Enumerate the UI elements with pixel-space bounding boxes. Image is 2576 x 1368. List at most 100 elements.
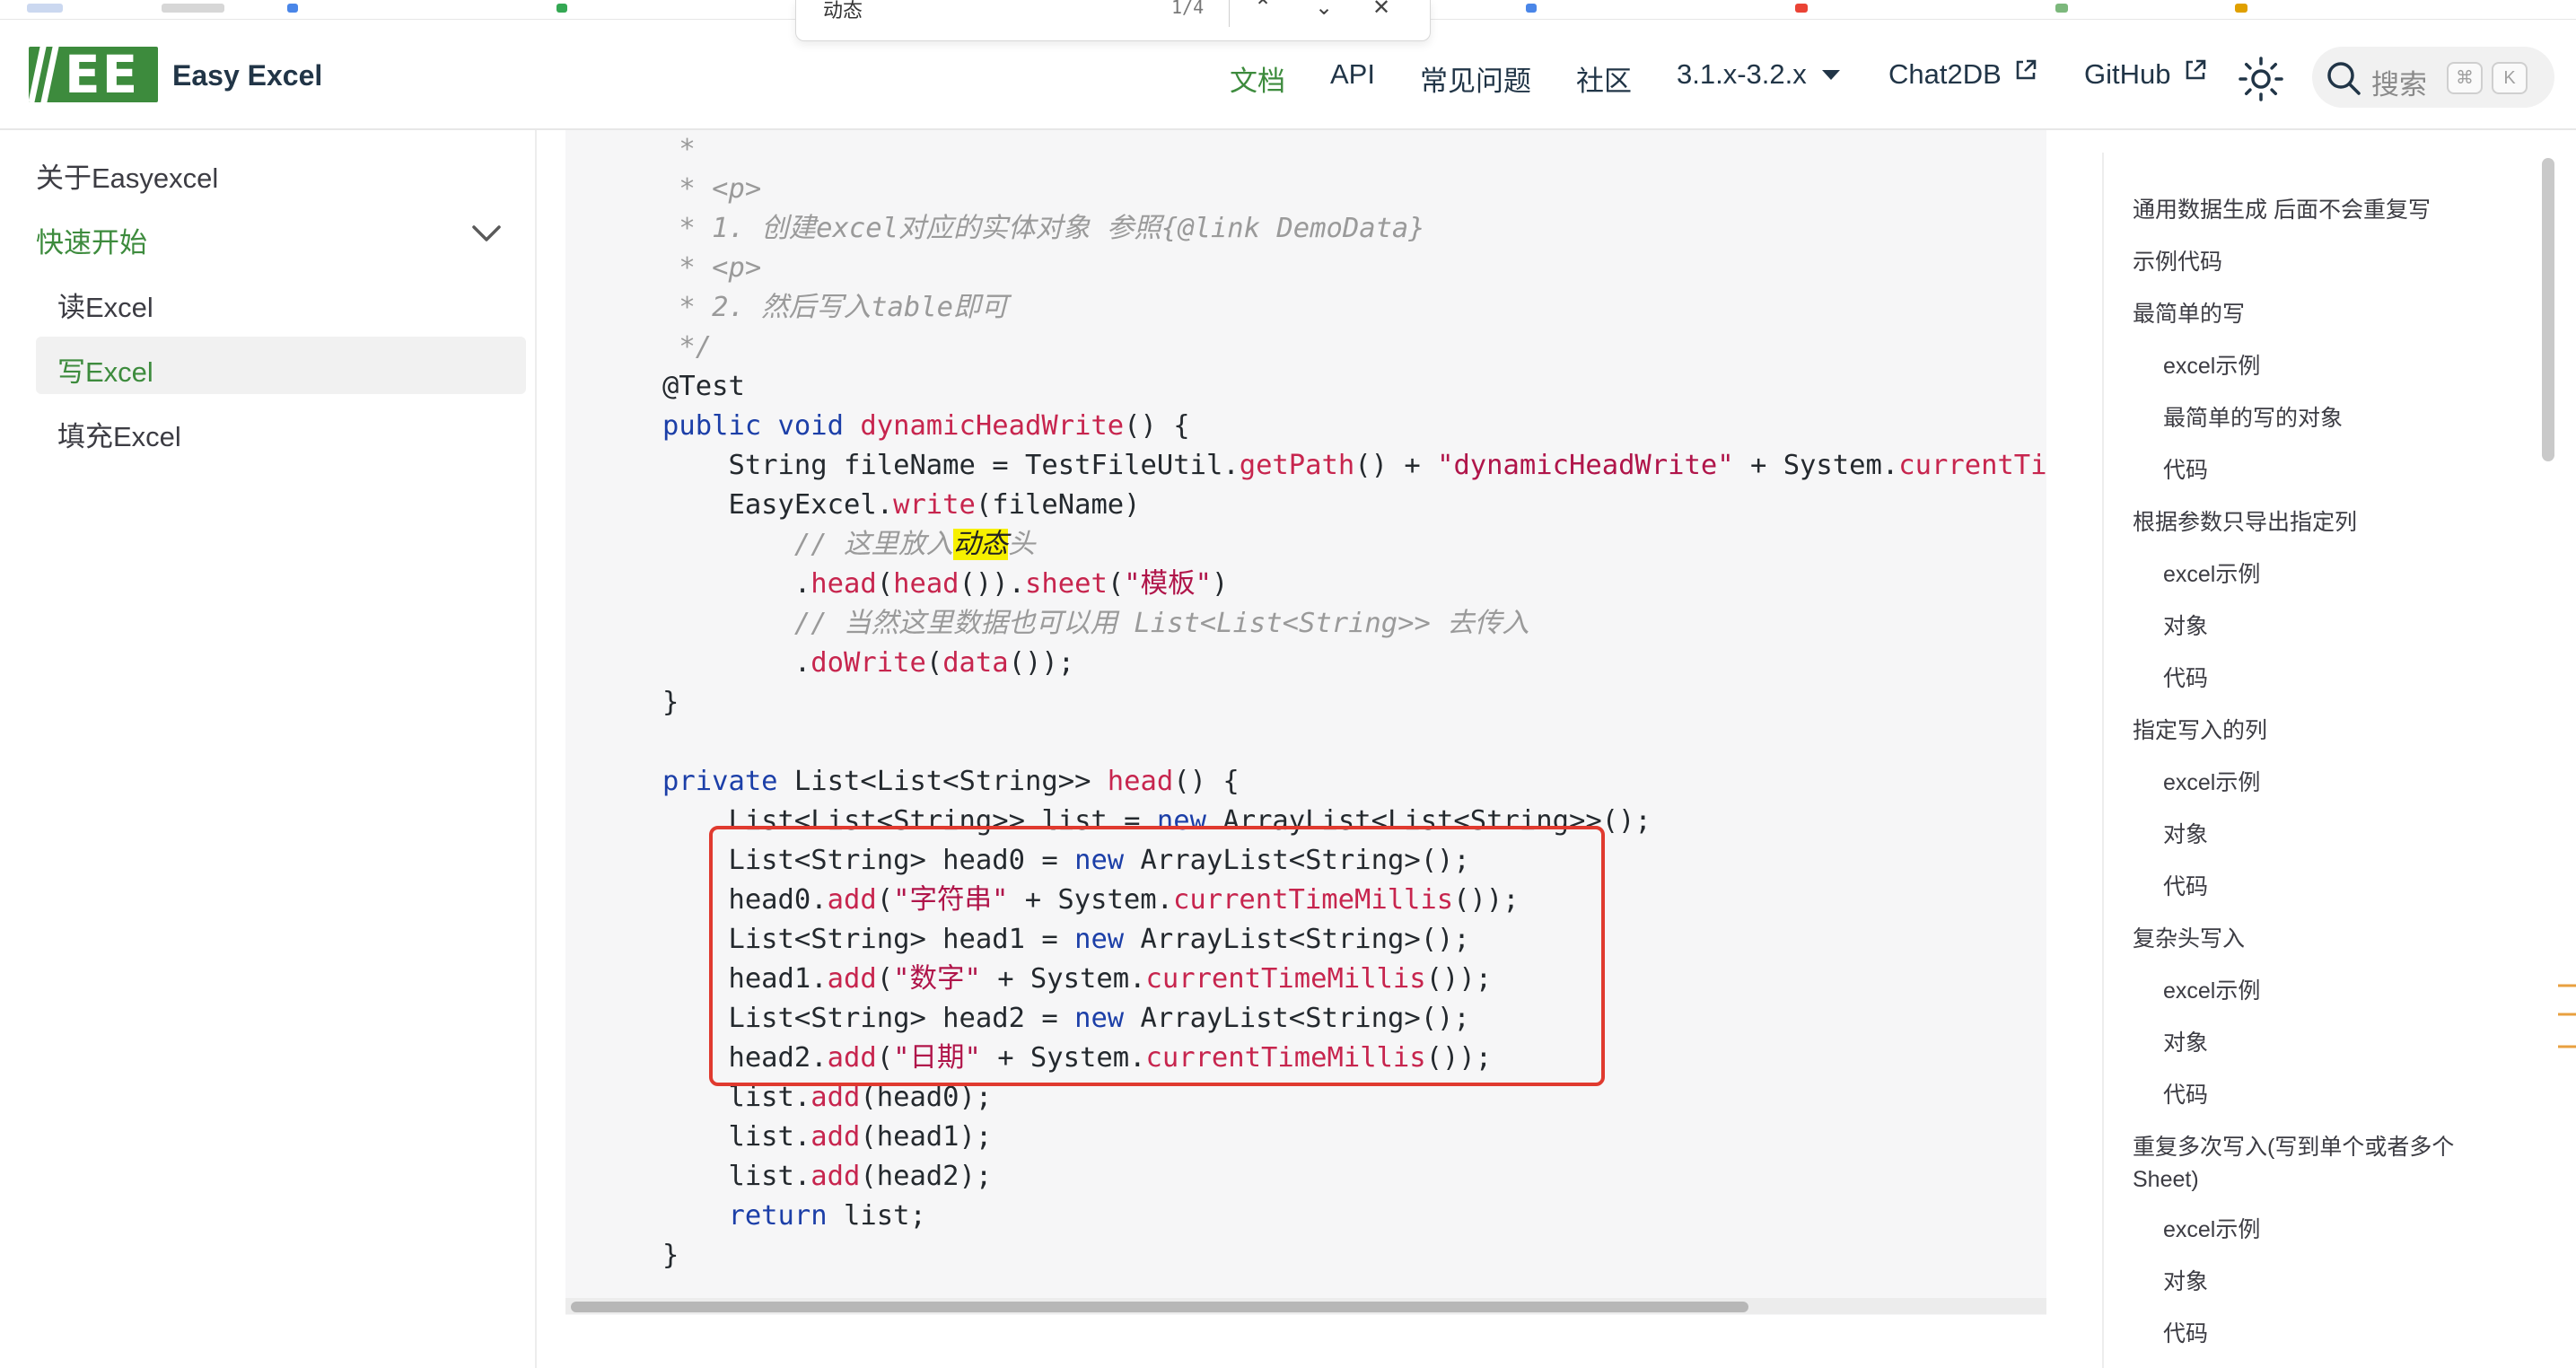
code-token: list; xyxy=(827,1200,926,1232)
code-token: () { xyxy=(1124,410,1190,442)
kbd-k: K xyxy=(2492,62,2528,94)
code-token: private xyxy=(662,766,794,797)
code-token: * 2. 然后写入table即可 xyxy=(662,292,1008,323)
outline-item[interactable]: 代码 xyxy=(2163,661,2208,693)
outline-item[interactable]: 最简单的写的对象 xyxy=(2163,400,2343,433)
kbd-command: ⌘ xyxy=(2447,62,2483,94)
code-token: * <p> xyxy=(662,252,762,284)
outline-item[interactable]: 复杂头写入 xyxy=(2133,921,2245,953)
github-label: GitHub xyxy=(2084,58,2171,90)
tab-favicon-icon xyxy=(162,4,224,13)
nav-faq[interactable]: 常见问题 xyxy=(1420,58,1531,99)
search-placeholder: 搜索 xyxy=(2371,69,2427,101)
outline-item[interactable]: Sheet) xyxy=(2133,1167,2199,1193)
code-token: * 1. 创建excel对应的实体对象 参照{@link DemoData} xyxy=(662,213,1425,244)
sidebar-section-quick-start[interactable]: 快速开始 xyxy=(36,220,147,260)
outline-item[interactable]: excel示例 xyxy=(2163,557,2260,589)
code-line: } xyxy=(662,1236,679,1276)
outline-item[interactable]: 通用数据生成 后面不会重复写 xyxy=(2133,192,2431,224)
outline-item[interactable]: 代码 xyxy=(2163,1077,2208,1109)
code-token: } xyxy=(662,1240,679,1271)
nav-community[interactable]: 社区 xyxy=(1576,58,1632,99)
code-token: head xyxy=(1107,766,1174,797)
code-token: () + xyxy=(1354,450,1438,481)
version-label: 3.1.x-3.2.x xyxy=(1677,58,1807,90)
logo-text: EE xyxy=(65,47,140,102)
chevron-down-icon[interactable] xyxy=(470,223,503,244)
code-block[interactable]: * * <p> * 1. 创建excel对应的实体对象 参照{@link Dem… xyxy=(565,130,2046,1315)
find-next-icon[interactable]: ⌄ xyxy=(1315,0,1333,21)
outline-item[interactable]: 重复多次写入(写到单个或者多个 xyxy=(2133,1129,2454,1162)
outline-item[interactable]: 最简单的写 xyxy=(2133,296,2245,329)
find-divider xyxy=(1229,0,1230,27)
code-line: * 1. 创建excel对应的实体对象 参照{@link DemoData} xyxy=(662,209,1425,249)
code-token: @Test xyxy=(662,371,745,402)
sidebar-item-read-excel[interactable]: 读Excel xyxy=(57,285,153,325)
code-token: // 当然这里数据也可以用 List<List<String>> 去传入 xyxy=(662,608,1529,639)
find-input[interactable]: 动态 xyxy=(823,0,863,23)
code-line: .doWrite(data()); xyxy=(662,644,1074,683)
site-title[interactable]: Easy Excel xyxy=(172,59,322,92)
code-line: list.add(head1); xyxy=(662,1118,992,1157)
code-token: add xyxy=(810,1161,861,1192)
outline-item[interactable]: excel示例 xyxy=(2163,765,2260,797)
code-line: String fileName = TestFileUtil.getPath()… xyxy=(662,446,2046,486)
code-line: private List<List<String>> head() { xyxy=(662,762,1240,802)
outline-item[interactable]: 示例代码 xyxy=(2133,244,2222,276)
chat2db-label: Chat2DB xyxy=(1888,58,2002,90)
code-line: } xyxy=(662,683,679,723)
outline-item[interactable]: 指定写入的列 xyxy=(2133,713,2267,745)
find-match-count: 1/4 xyxy=(1171,0,1205,18)
code-line: public void dynamicHeadWrite() { xyxy=(662,407,1190,446)
outline-item[interactable]: 对象 xyxy=(2163,1025,2208,1057)
tab-favicon-icon xyxy=(1795,4,1808,13)
code-token: (head1); xyxy=(860,1121,993,1153)
search-button[interactable]: 搜索 ⌘ K xyxy=(2312,47,2554,108)
code-line: * <p> xyxy=(662,170,761,209)
code-token: List<List<String>> xyxy=(793,766,1108,797)
code-token: "模板" xyxy=(1124,568,1212,600)
logo[interactable]: EE xyxy=(29,47,158,102)
outline-item[interactable]: excel示例 xyxy=(2163,1212,2260,1244)
theme-toggle-sun-icon[interactable] xyxy=(2239,57,2283,101)
outline-item[interactable]: 代码 xyxy=(2163,1316,2208,1348)
nav-api[interactable]: API xyxy=(1330,58,1375,91)
code-token: write xyxy=(893,489,976,521)
edge-handle-icon[interactable] xyxy=(2558,984,2576,1056)
sidebar-item-about[interactable]: 关于Easyexcel xyxy=(36,155,218,196)
code-token: ( xyxy=(1107,568,1125,600)
sidebar-item-write-excel[interactable]: 写Excel xyxy=(57,349,153,390)
code-token: String fileName = TestFileUtil. xyxy=(662,450,1240,481)
code-token: ) xyxy=(1211,568,1229,600)
page-vertical-scrollbar[interactable] xyxy=(2542,158,2554,461)
sidebar-item-fill-excel[interactable]: 填充Excel xyxy=(57,414,181,454)
nav-version-dropdown[interactable]: 3.1.x-3.2.x xyxy=(1677,58,1841,91)
outline-item[interactable]: excel示例 xyxy=(2163,348,2260,381)
page-outline: 通用数据生成 后面不会重复写 示例代码 最简单的写 excel示例 最简单的写的对象 代码… xyxy=(2102,153,2515,1368)
code-token: "dynamicHeadWrite" xyxy=(1437,450,1734,481)
code-token: doWrite xyxy=(810,647,926,679)
outline-item[interactable]: excel示例 xyxy=(2163,973,2260,1005)
caret-down-icon xyxy=(1822,70,1841,80)
code-token: () { xyxy=(1173,766,1240,797)
tab-favicon-icon xyxy=(27,4,63,13)
code-line: * <p> xyxy=(662,249,761,288)
nav-docs[interactable]: 文档 xyxy=(1230,58,1285,99)
code-token: getPath xyxy=(1239,450,1355,481)
code-token: * <p> xyxy=(662,173,762,205)
outline-item[interactable]: 代码 xyxy=(2163,452,2208,485)
code-line: @Test xyxy=(662,367,745,407)
code-token: head xyxy=(810,568,877,600)
nav-chat2db[interactable]: Chat2DB xyxy=(1888,58,2037,91)
find-previous-icon[interactable]: ⌃ xyxy=(1254,0,1272,21)
nav-github[interactable]: GitHub xyxy=(2084,58,2207,91)
outline-item[interactable]: 代码 xyxy=(2163,869,2208,901)
find-close-icon[interactable]: ✕ xyxy=(1372,0,1390,21)
outline-item[interactable]: 根据参数只导出指定列 xyxy=(2133,504,2357,537)
outline-item[interactable]: 对象 xyxy=(2163,1264,2208,1296)
code-token: . xyxy=(662,647,811,679)
code-scroll-thumb[interactable] xyxy=(571,1302,1748,1312)
outline-item[interactable]: 对象 xyxy=(2163,609,2208,641)
tab-favicon-icon xyxy=(2235,4,2247,13)
outline-item[interactable]: 对象 xyxy=(2163,817,2208,849)
